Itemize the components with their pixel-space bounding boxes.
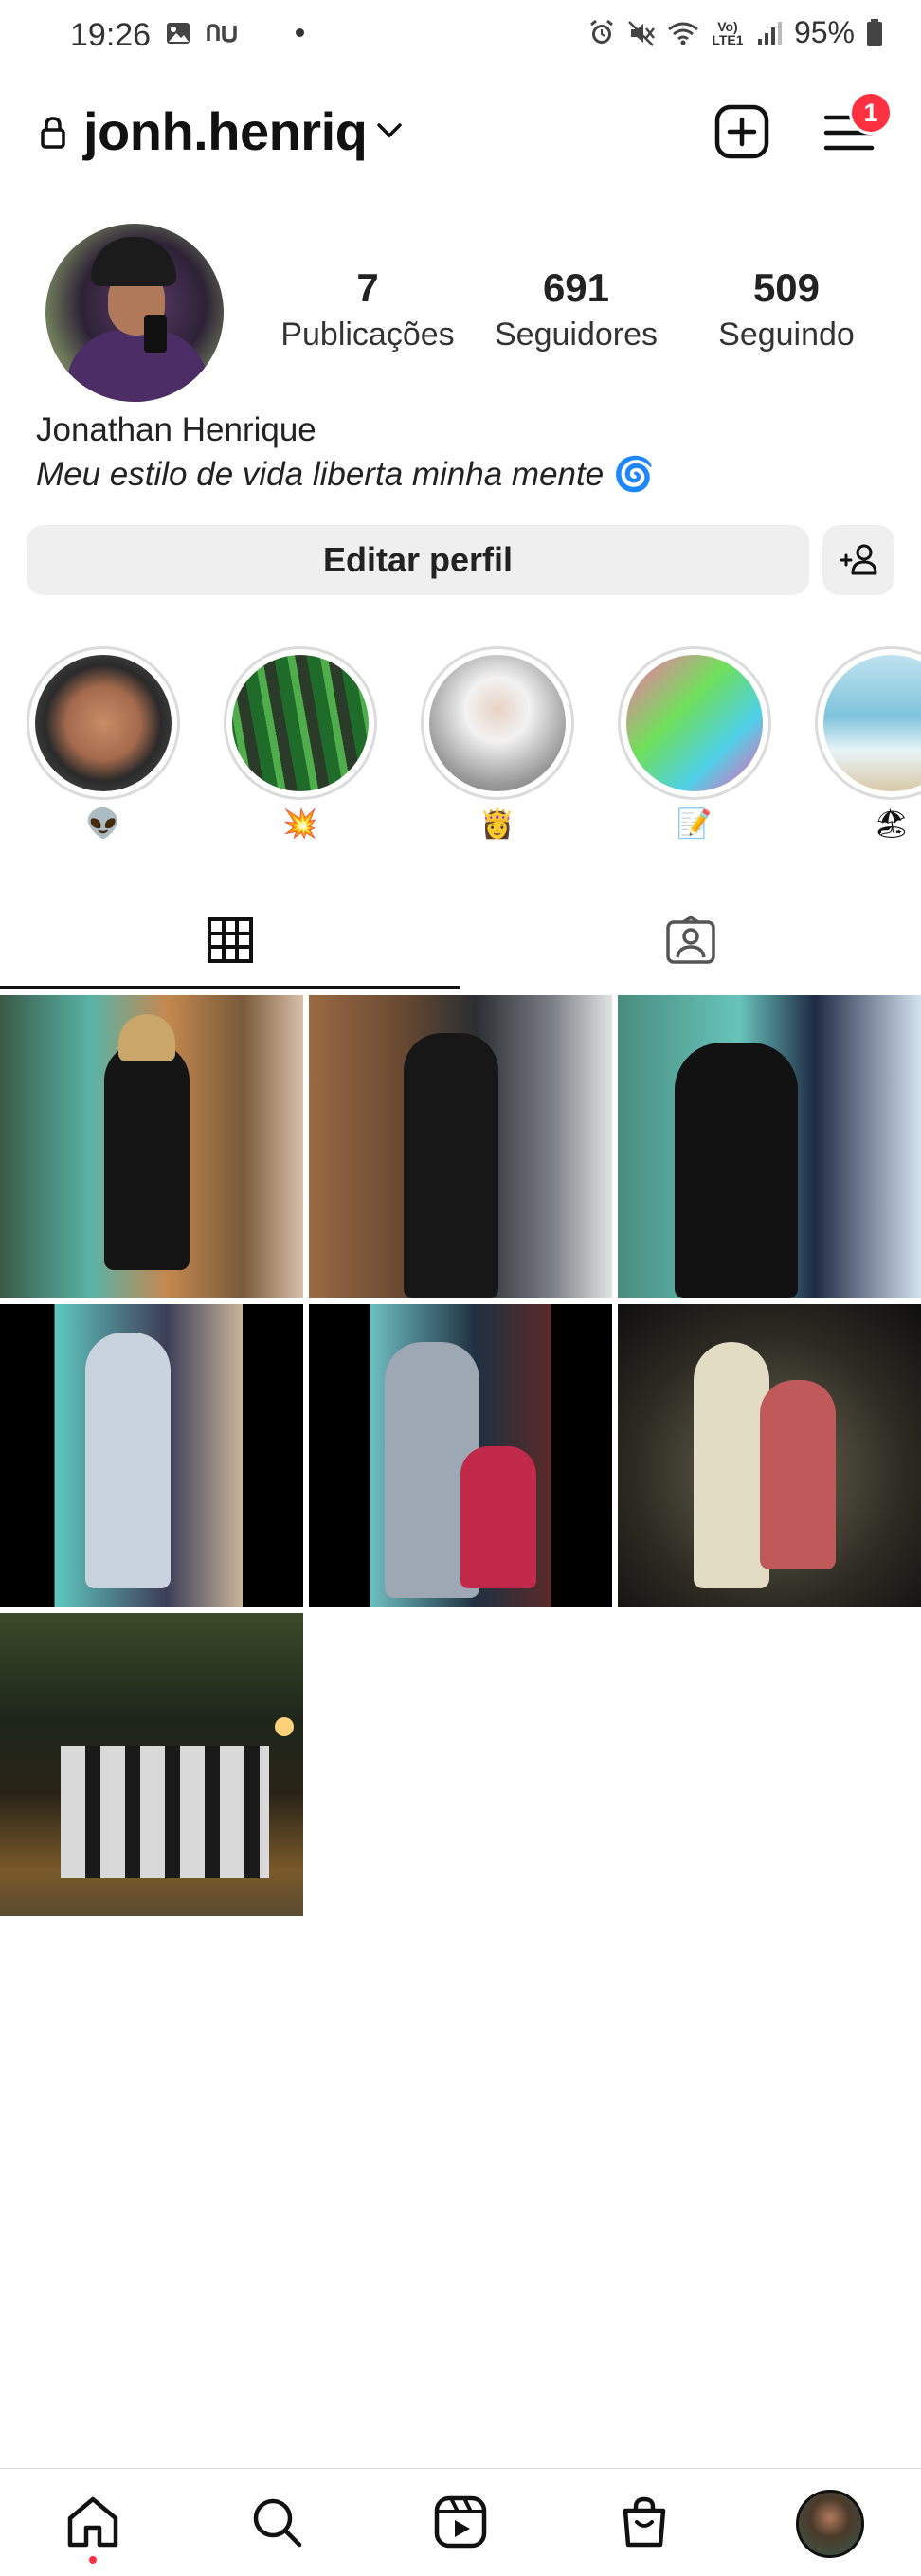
following-count[interactable]: 509 Seguindo bbox=[699, 265, 874, 354]
highlight-item[interactable]: 👽 bbox=[27, 646, 180, 841]
home-icon bbox=[67, 2496, 118, 2548]
username-switcher[interactable]: jonh.henriq bbox=[83, 100, 368, 162]
nav-profile-avatar[interactable] bbox=[796, 2490, 864, 2558]
nubank-icon bbox=[207, 24, 237, 43]
tab-posts-grid[interactable] bbox=[0, 891, 460, 989]
profile-header-bar: jonh.henriq 1 bbox=[0, 91, 921, 172]
bottom-navigation bbox=[0, 2468, 921, 2576]
bio-text: Meu estilo de vida liberta minha mente bbox=[36, 455, 605, 493]
highlight-item[interactable]: 💥 bbox=[224, 646, 377, 841]
post-thumbnail[interactable] bbox=[618, 995, 921, 1298]
battery-icon bbox=[867, 18, 882, 46]
post-thumbnail[interactable] bbox=[309, 1304, 612, 1607]
posts-count-value: 7 bbox=[356, 265, 379, 310]
bio: Meu estilo de vida liberta minha mente 🌀 bbox=[36, 455, 655, 495]
cyclone-emoji: 🌀 bbox=[613, 456, 655, 494]
home-notification-dot bbox=[89, 2556, 97, 2564]
highlight-emoji: 👽 bbox=[85, 807, 121, 841]
post-thumbnail[interactable] bbox=[618, 1304, 921, 1607]
highlight-emoji: 🏖 bbox=[873, 807, 911, 841]
highlight-cover bbox=[823, 655, 921, 791]
post-thumbnail[interactable] bbox=[0, 1613, 303, 1916]
gallery-icon bbox=[167, 23, 190, 44]
post-thumbnail[interactable] bbox=[0, 995, 303, 1298]
nav-shop-button[interactable] bbox=[616, 2494, 673, 2550]
alarm-icon bbox=[590, 19, 613, 44]
following-count-label: Seguindo bbox=[718, 317, 855, 353]
highlight-item[interactable]: 📝 bbox=[618, 646, 771, 841]
followers-count-label: Seguidores bbox=[494, 317, 658, 353]
reels-icon bbox=[434, 2495, 487, 2549]
followers-count[interactable]: 691 Seguidores bbox=[481, 265, 671, 354]
tagged-icon bbox=[666, 916, 715, 964]
profile-tabs bbox=[0, 891, 921, 989]
mute-icon bbox=[628, 20, 655, 46]
battery-text: 95% bbox=[793, 15, 855, 49]
highlight-emoji: 👸 bbox=[479, 807, 515, 841]
story-highlights: 👽 💥 👸 📝 🏖 bbox=[0, 646, 921, 845]
status-left-icons bbox=[165, 21, 243, 45]
posts-count-label: Publicações bbox=[280, 317, 455, 353]
edit-profile-button[interactable]: Editar perfil bbox=[27, 525, 809, 595]
post-thumbnail[interactable] bbox=[0, 1304, 303, 1607]
new-post-button[interactable] bbox=[714, 104, 769, 159]
search-icon bbox=[253, 2498, 302, 2548]
post-thumbnail[interactable] bbox=[309, 995, 612, 1298]
highlight-item[interactable]: 🏖 bbox=[815, 646, 921, 841]
posts-count: 7 Publicações bbox=[275, 265, 460, 354]
chevron-down-icon[interactable] bbox=[375, 121, 404, 140]
grid-icon bbox=[208, 917, 253, 963]
highlight-emoji: 💥 bbox=[282, 807, 318, 841]
tab-tagged[interactable] bbox=[460, 891, 921, 989]
highlight-cover bbox=[626, 655, 763, 791]
nav-search-button[interactable] bbox=[248, 2494, 305, 2550]
signal-icon bbox=[757, 21, 782, 45]
nav-reels-button[interactable] bbox=[432, 2494, 489, 2550]
notification-badge: 1 bbox=[849, 91, 893, 135]
highlight-item[interactable]: 👸 bbox=[421, 646, 574, 841]
full-name: Jonathan Henrique bbox=[36, 411, 316, 448]
nav-home-button[interactable] bbox=[64, 2494, 121, 2550]
followers-count-value: 691 bbox=[542, 265, 610, 310]
following-count-value: 509 bbox=[752, 265, 821, 310]
add-person-icon bbox=[840, 544, 877, 575]
new-post-icon bbox=[714, 104, 769, 159]
highlight-cover bbox=[35, 655, 172, 791]
status-right: Vo) LTE1 95% bbox=[587, 15, 883, 50]
wifi-icon bbox=[668, 22, 698, 45]
status-bar: 19:26 Vo) LTE1 95% bbox=[0, 0, 921, 72]
network-label: Vo) LTE1 bbox=[712, 18, 744, 47]
status-time: 19:26 bbox=[70, 17, 152, 53]
highlight-cover bbox=[232, 655, 369, 791]
highlight-emoji: 📝 bbox=[677, 807, 713, 841]
active-tab-indicator bbox=[0, 986, 460, 989]
profile-avatar[interactable] bbox=[45, 224, 224, 402]
discover-people-button[interactable] bbox=[822, 525, 894, 595]
shop-icon bbox=[623, 2496, 666, 2548]
lock-icon bbox=[41, 117, 65, 149]
status-dot bbox=[296, 28, 304, 37]
highlight-cover bbox=[429, 655, 566, 791]
